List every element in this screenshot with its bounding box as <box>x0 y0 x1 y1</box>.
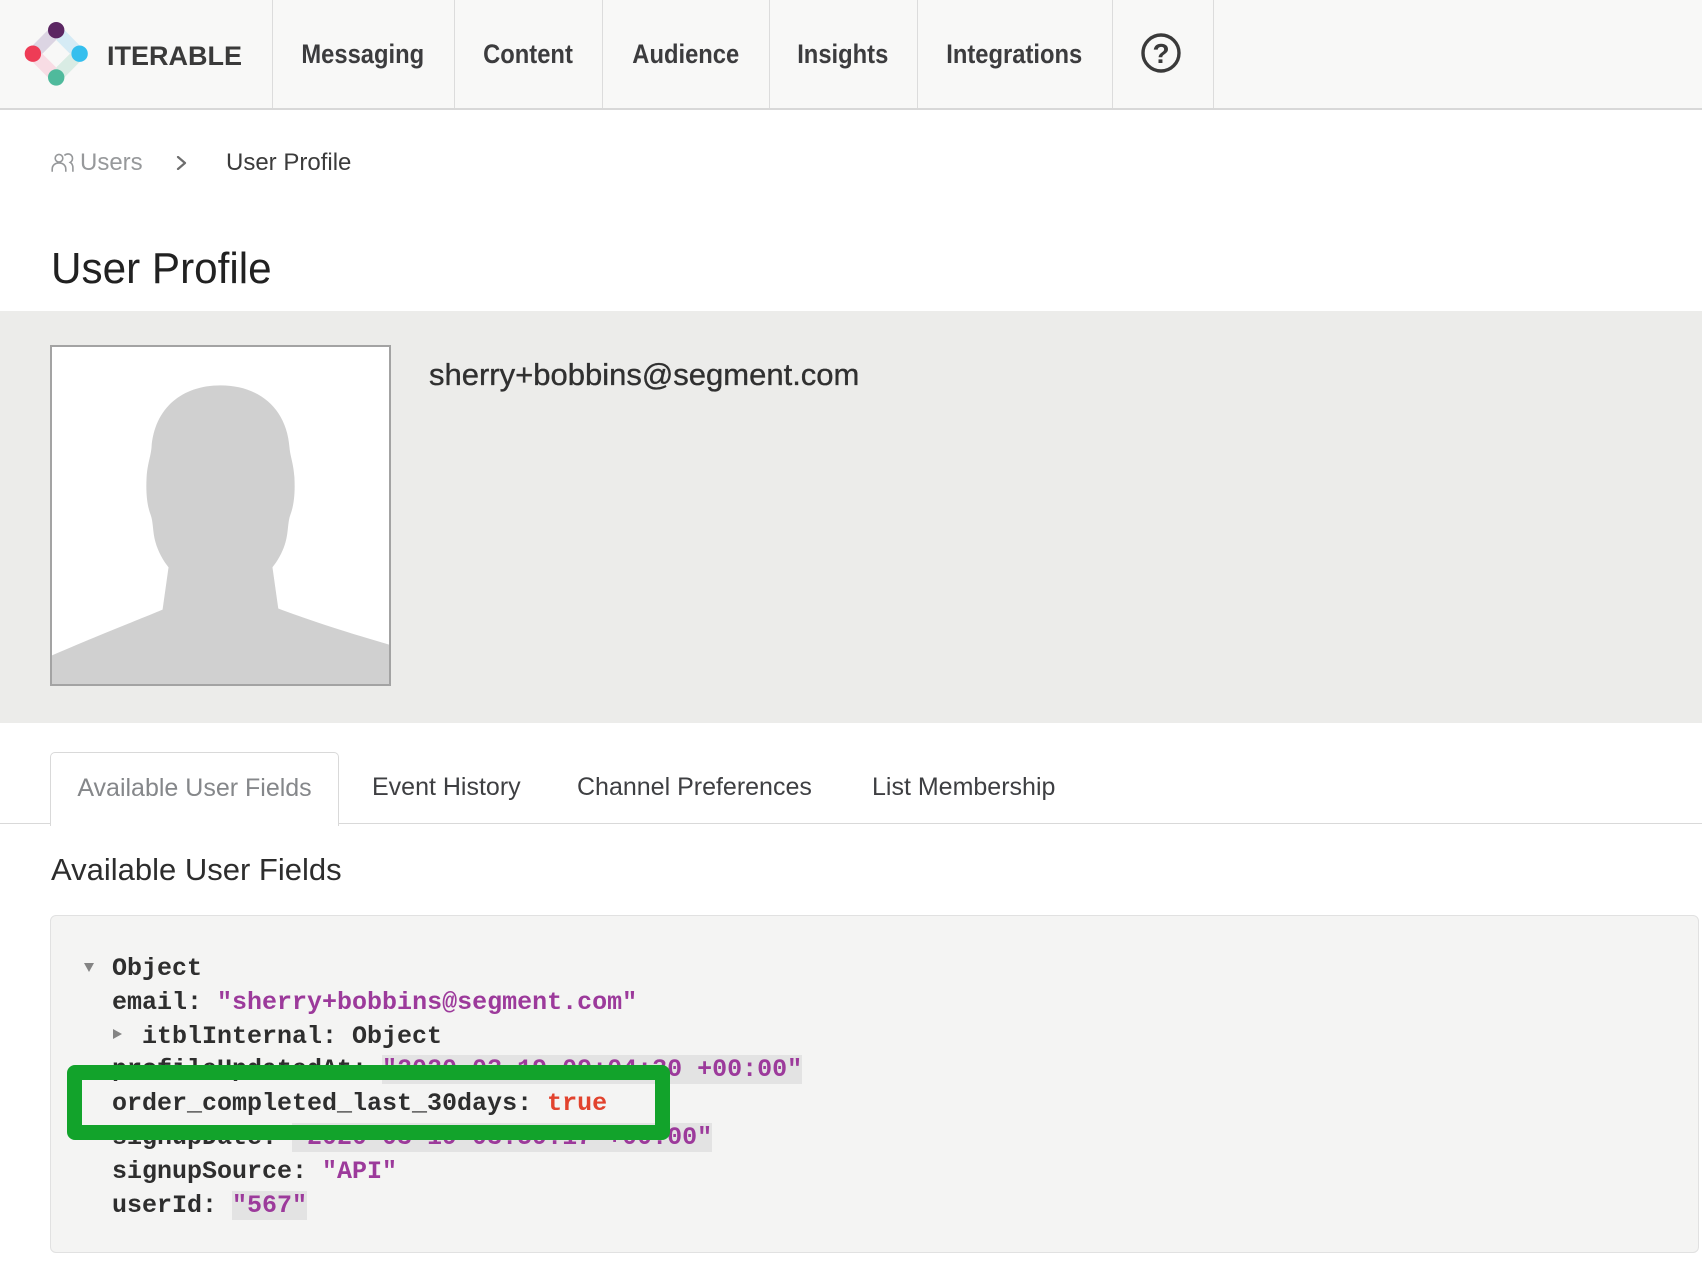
svg-text:?: ? <box>1152 38 1169 69</box>
